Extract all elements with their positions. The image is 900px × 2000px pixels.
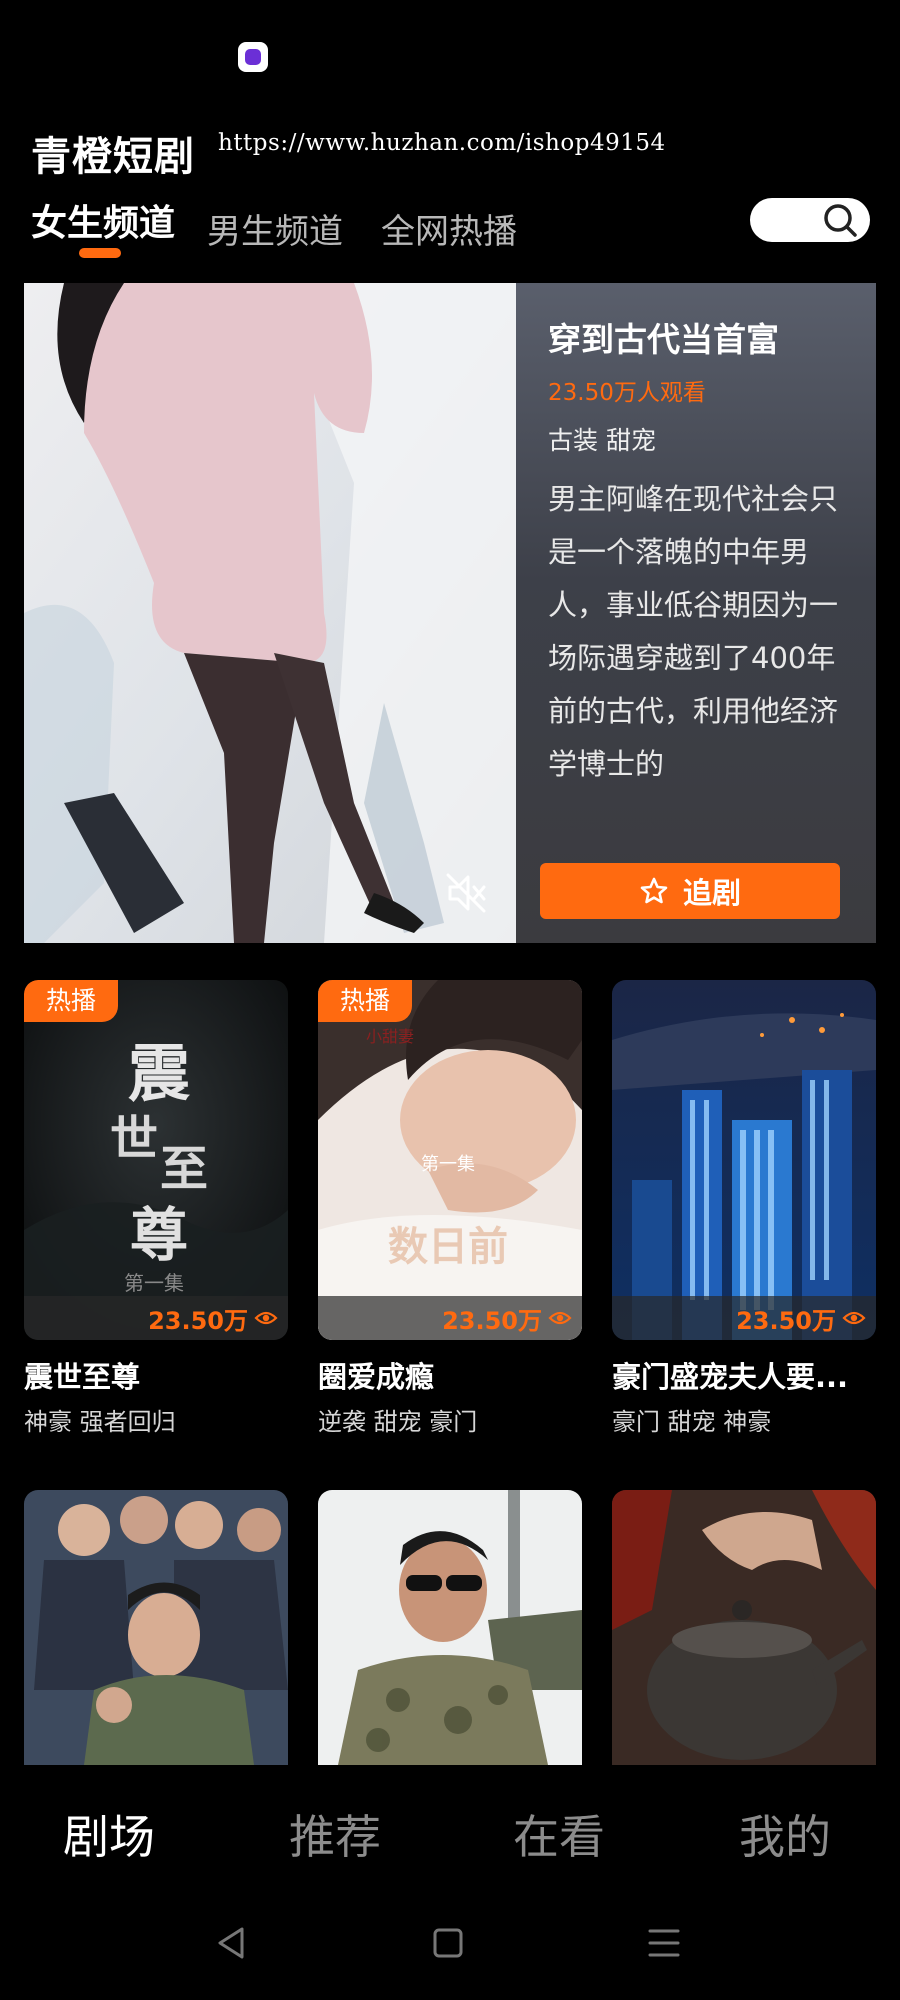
active-tab-indicator [79, 248, 121, 258]
featured-description: 男主阿峰在现代社会只是一个落魄的中年男人，事业低谷期因为一场际遇穿越到了400年… [548, 482, 839, 781]
drama-card[interactable]: 第一集 数日前 小甜妻 热播 23.50万 圈爱成瘾 逆袭 甜宠 豪门 [318, 980, 582, 1440]
drama-poster[interactable]: 23.50万 [612, 980, 876, 1340]
poster-image [612, 1490, 876, 1765]
drama-title: 圈爱成瘾 [318, 1360, 435, 1394]
menu-icon[interactable] [640, 1919, 688, 1967]
app-title: 青橙短剧 [31, 134, 195, 180]
view-count: 23.50万 [442, 1306, 542, 1335]
nav-theater[interactable]: 剧场 [63, 1801, 155, 1867]
eye-icon [548, 1311, 572, 1325]
poster-image [612, 980, 876, 1340]
system-nav-bar [0, 1895, 900, 2000]
hot-badge: 热播 [318, 980, 413, 1022]
nav-recommend[interactable]: 推荐 [289, 1801, 381, 1867]
drama-card[interactable] [612, 1490, 876, 1765]
view-count: 23.50万 [148, 1306, 248, 1335]
poster-views-bar: 23.50万 [24, 1296, 288, 1340]
poster-views-bar: 23.50万 [318, 1296, 582, 1340]
search-icon [824, 204, 857, 237]
notification-app-icon [238, 42, 268, 72]
status-bar [0, 0, 900, 110]
follow-drama-label: 追剧 [682, 876, 741, 910]
drama-tags: 逆袭 甜宠 豪门 [318, 1408, 478, 1436]
drama-tags: 神豪 强者回归 [24, 1408, 176, 1436]
watermark-url: https://www.huzhan.com/ishop49154 [218, 130, 666, 156]
eye-icon [842, 1311, 866, 1325]
poster-image [24, 1490, 288, 1765]
drama-poster[interactable] [612, 1490, 876, 1765]
nav-profile[interactable]: 我的 [739, 1801, 831, 1867]
home-icon[interactable] [424, 1919, 472, 1967]
search-button[interactable] [750, 198, 870, 242]
drama-poster[interactable]: 震 世 至 尊 第一集 热播 23.50万 [24, 980, 288, 1340]
nav-watching[interactable]: 在看 [513, 1801, 605, 1867]
app-header: 青橙短剧 https://www.huzhan.com/ishop49154 女… [0, 110, 900, 282]
eye-icon [254, 1311, 278, 1325]
poster-caption-text: 数日前 [388, 1224, 508, 1270]
poster-image [318, 1490, 582, 1765]
poster-title-char: 尊 [130, 1201, 188, 1269]
featured-title: 穿到古代当首富 [548, 320, 779, 359]
drama-card[interactable] [318, 1490, 582, 1765]
follow-drama-button[interactable]: 追剧 [540, 863, 840, 919]
drama-title: 震世至尊 [24, 1360, 141, 1394]
poster-image: 第一集 数日前 小甜妻 [318, 980, 582, 1340]
drama-tags: 豪门 甜宠 神豪 [612, 1408, 772, 1436]
star-icon [640, 877, 668, 904]
tab-female-channel[interactable]: 女生频道 [31, 194, 175, 246]
tab-trending[interactable]: 全网热播 [381, 204, 517, 253]
bottom-nav: 剧场 推荐 在看 我的 [0, 1765, 900, 1895]
featured-drama[interactable]: 穿到古代当首富 23.50万人观看 古装 甜宠 男主阿峰在现代社会只是一个落魄的… [24, 283, 876, 943]
drama-title: 豪门盛宠夫人要... [612, 1360, 849, 1394]
back-icon[interactable] [208, 1919, 256, 1967]
featured-view-count: 23.50万人观看 [548, 380, 706, 406]
featured-info-panel: 穿到古代当首富 23.50万人观看 古装 甜宠 男主阿峰在现代社会只是一个落魄的… [516, 283, 876, 943]
poster-title-char: 至 [160, 1141, 208, 1197]
drama-poster[interactable]: 第一集 数日前 小甜妻 热播 23.50万 [318, 980, 582, 1340]
poster-logo-text: 小甜妻 [366, 1027, 414, 1046]
poster-episode-text: 第一集 [421, 1154, 475, 1175]
drama-poster[interactable] [24, 1490, 288, 1765]
hot-badge: 热播 [24, 980, 119, 1022]
featured-video-preview[interactable] [24, 283, 516, 943]
drama-poster[interactable] [318, 1490, 582, 1765]
featured-video-frame [24, 283, 516, 943]
poster-title-char: 震 [128, 1037, 190, 1110]
drama-card[interactable]: 震 世 至 尊 第一集 热播 23.50万 震世至尊 神豪 强者回归 [24, 980, 288, 1440]
drama-card[interactable]: 23.50万 豪门盛宠夫人要... 豪门 甜宠 神豪 [612, 980, 876, 1440]
featured-tags: 古装 甜宠 [548, 426, 656, 455]
poster-title-char: 世 [110, 1111, 158, 1167]
poster-image: 震 世 至 尊 第一集 [24, 980, 288, 1340]
poster-views-bar: 23.50万 [612, 1296, 876, 1340]
mute-icon[interactable] [442, 869, 490, 917]
view-count: 23.50万 [736, 1306, 836, 1335]
drama-card[interactable] [24, 1490, 288, 1765]
poster-episode-text: 第一集 [124, 1271, 184, 1295]
tab-male-channel[interactable]: 男生频道 [207, 204, 343, 253]
